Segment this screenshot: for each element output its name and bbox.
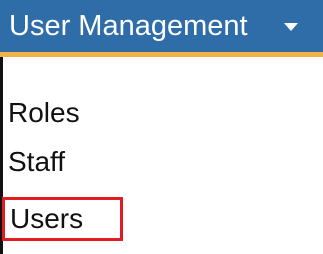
- submenu-list: Roles Staff Users: [0, 0, 323, 254]
- menu-item-roles[interactable]: Roles: [8, 96, 80, 130]
- menu-item-users[interactable]: Users: [2, 197, 123, 241]
- user-management-menu-panel: User Management Roles Staff Users: [0, 0, 323, 254]
- menu-item-staff[interactable]: Staff: [8, 145, 65, 179]
